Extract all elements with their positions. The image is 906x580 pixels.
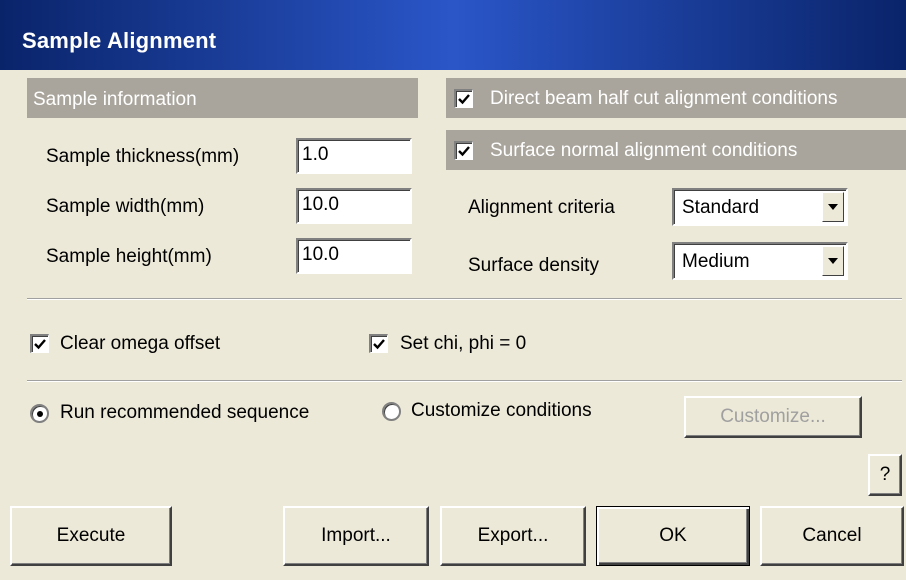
alignment-criteria-value: Standard: [682, 197, 760, 218]
surface-normal-header: Surface normal alignment conditions: [446, 130, 906, 170]
import-button[interactable]: Import...: [283, 506, 429, 566]
check-icon: [458, 146, 470, 157]
title-bar[interactable]: Sample Alignment: [0, 0, 906, 70]
surface-density-select[interactable]: Medium: [672, 242, 848, 280]
sample-width-label: Sample width(mm): [46, 196, 205, 217]
alignment-criteria-label: Alignment criteria: [468, 197, 615, 218]
customize-conditions-label[interactable]: Customize conditions: [411, 400, 592, 422]
separator: [27, 298, 902, 300]
check-icon: [458, 94, 470, 105]
direct-beam-header: Direct beam half cut alignment condition…: [446, 78, 906, 118]
cancel-button[interactable]: Cancel: [760, 506, 904, 566]
sample-width-input[interactable]: 10.0: [296, 188, 412, 224]
customize-conditions-radio[interactable]: [382, 402, 401, 421]
chevron-down-icon: [828, 258, 838, 264]
execute-button[interactable]: Execute: [10, 506, 172, 566]
surface-normal-label: Surface normal alignment conditions: [490, 140, 798, 161]
set-chi-phi-label[interactable]: Set chi, phi = 0: [400, 333, 526, 355]
set-chi-phi-checkbox[interactable]: [369, 334, 388, 353]
dropdown-arrow-button[interactable]: [822, 246, 844, 276]
export-button[interactable]: Export...: [440, 506, 586, 566]
run-recommended-label[interactable]: Run recommended sequence: [60, 402, 309, 424]
ok-button[interactable]: OK: [596, 506, 750, 566]
sample-thickness-label: Sample thickness(mm): [46, 146, 240, 167]
separator: [27, 380, 902, 382]
surface-density-value: Medium: [682, 251, 750, 272]
direct-beam-label: Direct beam half cut alignment condition…: [490, 88, 838, 109]
radio-selected-dot: [37, 411, 43, 417]
sample-width-value: 10.0: [302, 194, 339, 215]
sample-information-header: Sample information: [27, 78, 418, 118]
check-icon: [34, 339, 46, 350]
sample-thickness-input[interactable]: 1.0: [296, 138, 412, 174]
check-icon: [373, 339, 385, 350]
chevron-down-icon: [828, 204, 838, 210]
dropdown-arrow-button[interactable]: [822, 192, 844, 222]
surface-density-label: Surface density: [468, 255, 599, 276]
surface-normal-checkbox[interactable]: [454, 141, 473, 160]
sample-alignment-dialog: Sample Alignment Sample information Samp…: [0, 0, 906, 580]
sample-height-value: 10.0: [302, 244, 339, 265]
run-recommended-radio[interactable]: [30, 404, 49, 423]
clear-omega-offset-label[interactable]: Clear omega offset: [60, 333, 220, 355]
direct-beam-checkbox[interactable]: [454, 89, 473, 108]
sample-height-label: Sample height(mm): [46, 246, 212, 267]
alignment-criteria-select[interactable]: Standard: [672, 188, 848, 226]
window-title: Sample Alignment: [22, 28, 217, 53]
sample-height-input[interactable]: 10.0: [296, 238, 412, 274]
help-button[interactable]: ?: [868, 454, 902, 496]
sample-thickness-value: 1.0: [302, 144, 329, 165]
clear-omega-offset-checkbox[interactable]: [30, 334, 49, 353]
customize-button[interactable]: Customize...: [684, 396, 862, 438]
